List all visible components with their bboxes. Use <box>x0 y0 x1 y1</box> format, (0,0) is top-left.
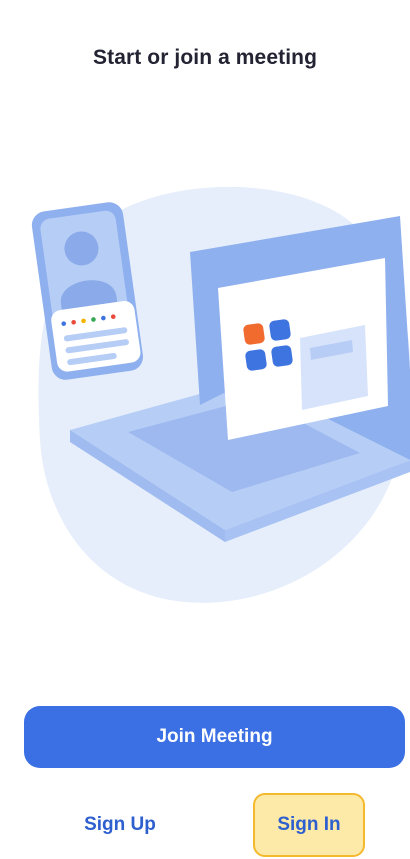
screen-panel <box>300 325 368 410</box>
sign-up-button[interactable]: Sign Up <box>60 793 180 857</box>
page-title: Start or join a meeting <box>93 46 317 69</box>
tile-orange <box>243 323 265 345</box>
meeting-illustration-icon <box>31 186 410 603</box>
join-meeting-button[interactable]: Join Meeting <box>24 706 405 768</box>
tile-blue-1 <box>269 319 291 341</box>
tile-blue-3 <box>271 345 293 367</box>
sign-in-button[interactable]: Sign In <box>253 793 365 857</box>
tile-blue-2 <box>245 349 267 371</box>
